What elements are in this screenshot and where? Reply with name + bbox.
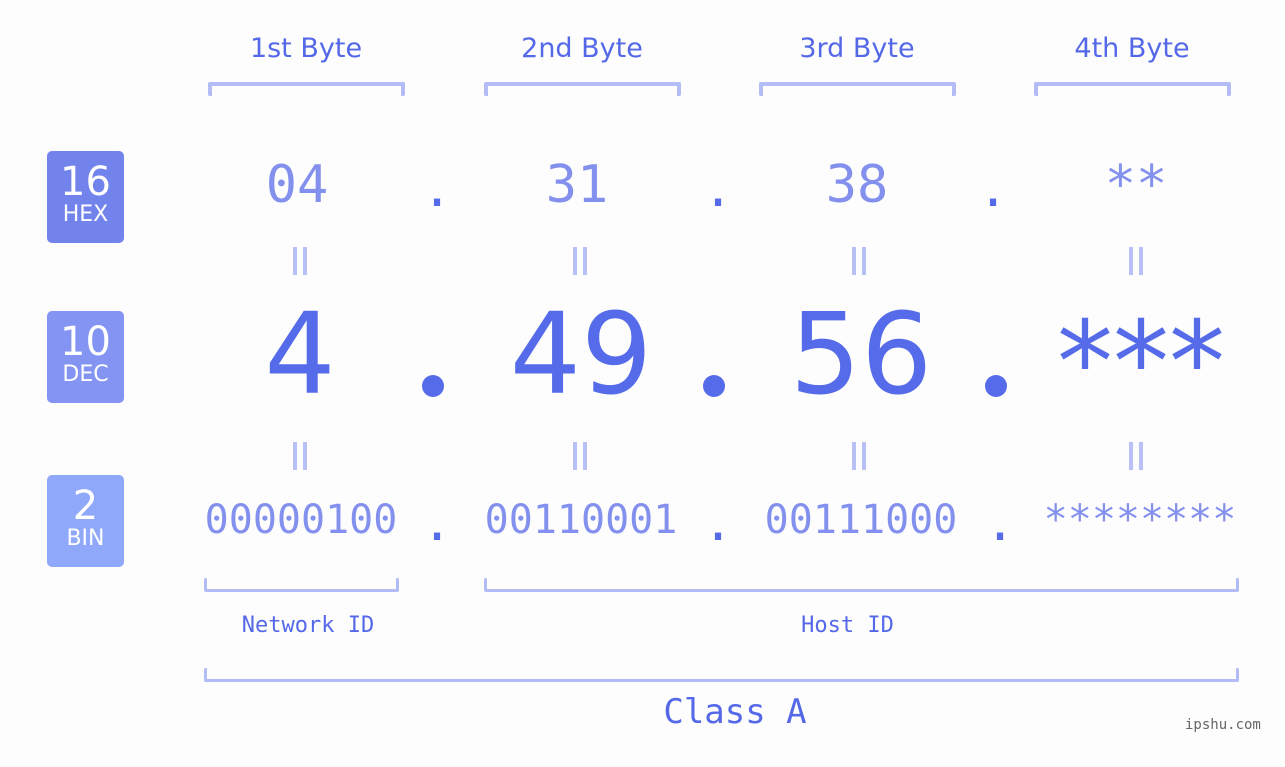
equals-icon (1129, 442, 1143, 470)
byte-header-4: 4th Byte (1074, 33, 1190, 64)
hex-separator-3: . (978, 160, 1009, 218)
equals-icon (1129, 247, 1143, 275)
bin-byte-3: 00111000 (764, 497, 958, 543)
equals-icon (573, 442, 587, 470)
dec-separator-3 (985, 375, 1007, 397)
equals-icon (852, 247, 866, 275)
equals-icon (293, 442, 307, 470)
byte-bracket-4 (1034, 82, 1231, 96)
byte-header-3: 3rd Byte (799, 33, 915, 64)
bin-badge-number: 2 (72, 483, 99, 529)
bin-separator-3: . (985, 494, 1016, 552)
hex-badge-label: HEX (62, 202, 109, 227)
hex-byte-3: 38 (825, 155, 889, 215)
host-id-bracket (484, 578, 1239, 592)
dec-separator-2 (703, 375, 725, 397)
dec-badge-number: 10 (60, 319, 111, 365)
equals-icon (293, 247, 307, 275)
hex-badge-number: 16 (60, 159, 111, 205)
equals-icon (573, 247, 587, 275)
class-label: Class A (663, 692, 807, 732)
class-bracket (204, 668, 1239, 682)
hex-badge: 16 HEX (47, 151, 124, 243)
bin-byte-1: 00000100 (204, 497, 398, 543)
byte-header-1: 1st Byte (249, 33, 363, 64)
dec-badge-label: DEC (62, 362, 109, 387)
byte-bracket-2 (484, 82, 681, 96)
byte-bracket-1 (208, 82, 405, 96)
hex-separator-2: . (703, 160, 734, 218)
hex-byte-2: 31 (545, 155, 609, 215)
byte-bracket-3 (759, 82, 956, 96)
equals-icon (852, 442, 866, 470)
hex-byte-4: ** (1104, 155, 1168, 215)
hex-separator-1: . (422, 160, 453, 218)
network-id-label: Network ID (241, 613, 375, 638)
host-id-label: Host ID (801, 613, 894, 638)
dec-separator-1 (422, 375, 444, 397)
dec-byte-2: 49 (509, 290, 653, 420)
network-id-bracket (204, 578, 399, 592)
bin-byte-2: 00110001 (484, 497, 678, 543)
byte-header-2: 2nd Byte (521, 33, 643, 64)
dec-byte-3: 56 (789, 290, 933, 420)
bin-badge: 2 BIN (47, 475, 124, 567)
bin-separator-2: . (703, 494, 734, 552)
bin-badge-label: BIN (66, 526, 105, 551)
hex-byte-1: 04 (265, 155, 329, 215)
dec-badge: 10 DEC (47, 311, 124, 403)
bin-separator-1: . (422, 494, 453, 552)
watermark: ipshu.com (1185, 717, 1261, 733)
bin-byte-4: ******** (1043, 497, 1237, 543)
dec-byte-1: 4 (264, 290, 336, 420)
dec-byte-4: *** (1057, 298, 1225, 428)
